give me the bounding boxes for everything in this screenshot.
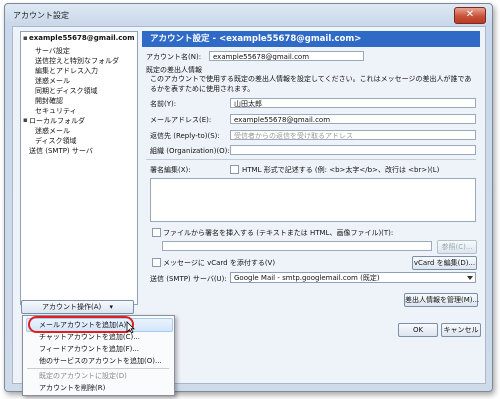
tree-item-server-settings[interactable]: サーバ設定 xyxy=(35,46,70,56)
org-label: 組織 (Organization)(O): xyxy=(150,147,230,155)
html-signature-checkbox[interactable] xyxy=(230,165,239,174)
email-input[interactable]: example55678@gmail.com xyxy=(230,114,476,124)
close-button[interactable]: ✕ xyxy=(454,7,486,24)
collapse-icon[interactable]: ▪ xyxy=(23,34,28,42)
identity-description: このアカウントで使用する既定の差出人情報を設定してください。これはメッセージの差… xyxy=(150,75,472,93)
tree-item-junk[interactable]: 迷惑メール xyxy=(35,76,70,86)
org-input[interactable] xyxy=(230,145,476,155)
email-label: メールアドレス(E): xyxy=(150,116,212,124)
replyto-label: 返信先 (Reply-to)(S): xyxy=(150,132,220,140)
attach-signature-label: ファイルから署名を挿入する (テキストまたは HTML、画像ファイル)(T): xyxy=(163,229,394,237)
settings-panel: アカウント設定 - <example55678@gmail.com> アカウント… xyxy=(142,31,481,351)
account-name-input[interactable]: example55678@gmail.com xyxy=(209,51,364,61)
smtp-select-value: Google Mail - smtp.googlemail.com (既定) xyxy=(234,274,380,282)
signature-textarea[interactable] xyxy=(150,178,476,222)
menu-item-add-other-account[interactable]: 他のサービスのアカウントを追加(O)... xyxy=(39,356,162,366)
name-input[interactable]: 山田太郎 xyxy=(230,98,476,108)
window-title: アカウント設定 xyxy=(13,11,69,20)
account-name-label: アカウント名(N): xyxy=(146,53,202,61)
menu-separator xyxy=(27,368,169,369)
panel-header: アカウント設定 - <example55678@gmail.com> xyxy=(142,31,480,47)
highlight-ring xyxy=(28,316,134,333)
menu-item-set-default: 既定のアカウントに設定(D) xyxy=(39,372,127,380)
menu-item-add-feed-account[interactable]: フィードアカウントを追加(F)... xyxy=(39,344,139,354)
signature-label: 署名編集(X): xyxy=(150,166,191,174)
mouse-cursor-icon xyxy=(126,321,135,334)
replyto-input[interactable]: 受信者からの返信を受け取るアドレス xyxy=(230,130,476,140)
tree-smtp[interactable]: 送信 (SMTP) サーバ xyxy=(29,146,93,156)
tree-item-receipts[interactable]: 開封確認 xyxy=(35,96,63,106)
html-signature-label: HTML 形式で記述する (例: <b>太字</b>、改行は <br>)(L) xyxy=(242,166,440,174)
menu-item-add-chat-account[interactable]: チャットアカウントを追加(C)... xyxy=(39,332,140,342)
attach-signature-checkbox[interactable] xyxy=(152,228,161,237)
tree-account[interactable]: example55678@gmail.com xyxy=(29,34,135,42)
tree-item-security[interactable]: セキュリティ xyxy=(35,106,77,116)
smtp-label: 送信 (SMTP) サーバ(U): xyxy=(150,275,227,283)
collapse-icon[interactable]: ▪ xyxy=(23,116,28,124)
smtp-select[interactable]: Google Mail - smtp.googlemail.com (既定) xyxy=(230,272,476,283)
edit-vcard-button[interactable]: vCard を編集(D)... xyxy=(412,256,477,270)
vcard-label: メッセージに vCard を添付する(V) xyxy=(163,259,276,267)
account-actions-button[interactable]: アカウント操作(A) ▾ xyxy=(21,300,134,314)
chevron-down-icon: ▾ xyxy=(109,303,113,311)
tree-item-local-disk[interactable]: ディスク領域 xyxy=(35,136,77,146)
account-tree[interactable]: ▪ example55678@gmail.com サーバ設定 送信控えと特別なフ… xyxy=(20,31,138,305)
tree-item-local-junk[interactable]: 迷惑メール xyxy=(35,126,70,136)
ok-button[interactable]: OK xyxy=(398,323,438,337)
name-label: 名前(Y): xyxy=(150,100,177,108)
divider xyxy=(146,159,476,160)
manage-identities-button[interactable]: 差出人情報を管理(M)... xyxy=(404,293,479,307)
vcard-checkbox[interactable] xyxy=(152,258,161,267)
tree-item-sync-disk[interactable]: 同期とディスク領域 xyxy=(35,86,98,96)
cancel-button[interactable]: キャンセル xyxy=(441,323,481,337)
menu-item-remove-account[interactable]: アカウントを削除(R) xyxy=(39,383,105,393)
chevron-down-icon xyxy=(467,276,473,280)
tree-item-copies-folders[interactable]: 送信控えと特別なフォルダ xyxy=(35,56,119,66)
browse-button[interactable]: 参照(C)... xyxy=(437,240,477,254)
replyto-placeholder: 受信者からの返信を受け取るアドレス xyxy=(234,132,353,140)
tree-local-folders[interactable]: ローカルフォルダ xyxy=(29,116,85,126)
signature-file-input[interactable] xyxy=(162,241,432,251)
tree-item-composition[interactable]: 編集とアドレス入力 xyxy=(35,66,98,76)
account-actions-label: アカウント操作(A) xyxy=(41,303,102,311)
